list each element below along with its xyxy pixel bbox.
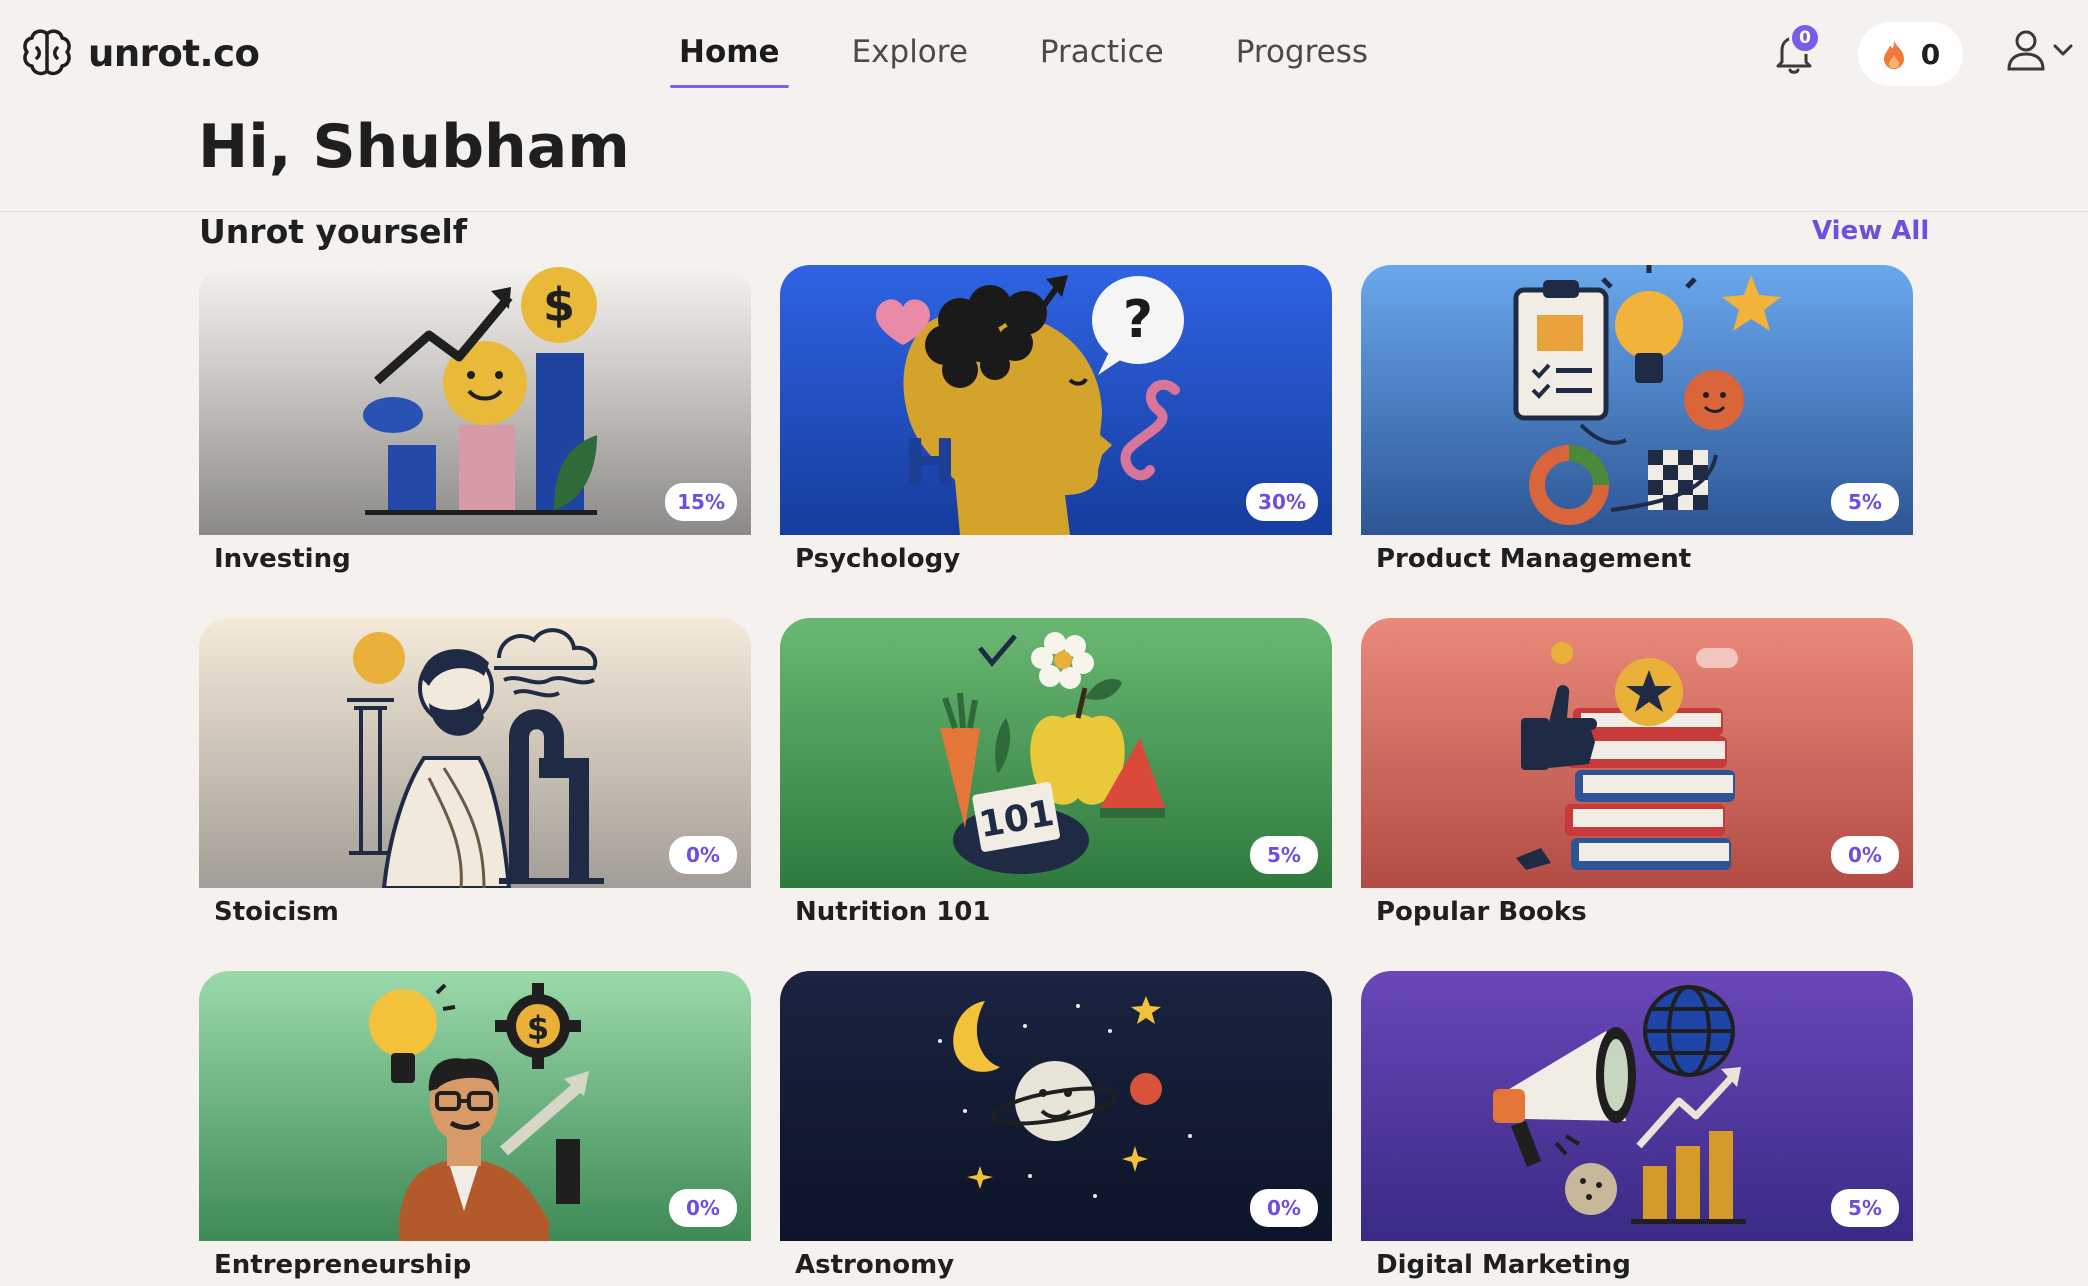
course-title: Entrepreneurship: [214, 1250, 472, 1280]
svg-text:$: $: [543, 278, 575, 332]
progress-badge: 5%: [1250, 836, 1318, 874]
profile-menu[interactable]: [2006, 28, 2074, 72]
brand-logo[interactable]: unrot.co: [20, 26, 260, 80]
brain-icon: [23, 29, 71, 76]
notification-badge: 0: [1789, 22, 1821, 54]
progress-badge: 5%: [1831, 483, 1899, 521]
svg-text:?: ?: [1123, 290, 1153, 350]
nutrition-illustration-icon: 101: [780, 618, 1332, 888]
course-image-entrepreneurship: $ 0%: [199, 971, 751, 1241]
progress-badge: 0%: [669, 836, 737, 874]
chevron-down-icon: [2053, 44, 2073, 56]
progress-badge: 15%: [665, 483, 737, 521]
progress-badge: 0%: [1831, 836, 1899, 874]
svg-text:$: $: [527, 1009, 549, 1047]
brand-name: unrot.co: [88, 31, 260, 75]
course-card-nutrition-101[interactable]: 101 5% Nutrition 101: [780, 618, 1332, 927]
course-image-product-management: 5%: [1361, 265, 1913, 535]
nav-explore[interactable]: Explore: [843, 30, 977, 88]
progress-badge: 0%: [1250, 1189, 1318, 1227]
progress-badge: 0%: [669, 1189, 737, 1227]
nav-home[interactable]: Home: [670, 30, 789, 88]
course-card-investing[interactable]: $ 15% Investing: [199, 265, 751, 574]
course-card-entrepreneurship[interactable]: $ 0% Entrepreneurship: [199, 971, 751, 1280]
main-nav: Home Explore Practice Progress: [670, 30, 1431, 88]
stoicism-illustration-icon: [199, 618, 751, 888]
flame-icon: [1883, 40, 1904, 69]
course-card-popular-books[interactable]: 0% Popular Books: [1361, 618, 1913, 927]
course-image-psychology: ? H 30%: [780, 265, 1332, 535]
section-title: Unrot yourself: [199, 212, 468, 251]
nav-progress[interactable]: Progress: [1227, 30, 1377, 88]
course-image-astronomy: 0%: [780, 971, 1332, 1241]
course-title: Digital Marketing: [1376, 1250, 1631, 1280]
progress-badge: 30%: [1246, 483, 1318, 521]
course-title: Product Management: [1376, 544, 1692, 574]
entrepreneurship-illustration-icon: $: [199, 971, 751, 1241]
course-card-digital-marketing[interactable]: 5% Digital Marketing: [1361, 971, 1913, 1280]
course-title: Stoicism: [214, 897, 339, 927]
course-image-investing: $ 15%: [199, 265, 751, 535]
course-card-product-management[interactable]: 5% Product Management: [1361, 265, 1913, 574]
course-card-psychology[interactable]: ? H 30% Psychology: [780, 265, 1332, 574]
product-management-illustration-icon: [1361, 265, 1913, 535]
course-image-digital-marketing: 5%: [1361, 971, 1913, 1241]
nav-practice[interactable]: Practice: [1031, 30, 1173, 88]
course-title: Psychology: [795, 544, 961, 574]
course-title: Nutrition 101: [795, 897, 991, 927]
course-image-stoicism: 0%: [199, 618, 751, 888]
course-title: Investing: [214, 544, 351, 574]
course-image-nutrition-101: 101 5%: [780, 618, 1332, 888]
progress-badge: 5%: [1831, 1189, 1899, 1227]
course-title: Astronomy: [795, 1250, 955, 1280]
greeting-heading: Hi, Shubham: [198, 112, 630, 182]
user-icon: [2007, 30, 2045, 71]
astronomy-illustration-icon: [780, 971, 1332, 1241]
course-image-popular-books: 0%: [1361, 618, 1913, 888]
marketing-illustration-icon: [1361, 971, 1913, 1241]
view-all-link[interactable]: View All: [1812, 216, 1929, 246]
course-card-stoicism[interactable]: 0% Stoicism: [199, 618, 751, 927]
course-title: Popular Books: [1376, 897, 1587, 927]
course-card-astronomy[interactable]: 0% Astronomy: [780, 971, 1332, 1280]
top-header: unrot.co Home Explore Practice Progress …: [0, 0, 2088, 108]
books-illustration-icon: [1361, 618, 1913, 888]
streak-count: 0: [1920, 37, 1941, 71]
streak-counter[interactable]: 0: [1858, 22, 1963, 86]
svg-text:H: H: [903, 427, 957, 501]
